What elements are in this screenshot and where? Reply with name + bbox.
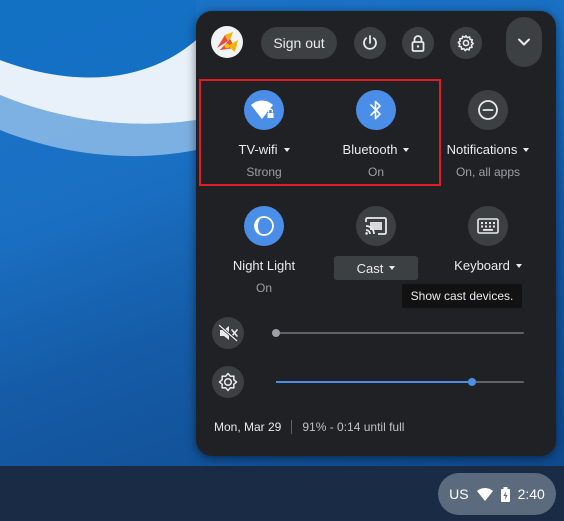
caret-down-icon (515, 263, 522, 268)
footer-divider (291, 420, 293, 434)
notifications-name: Notifications (446, 142, 518, 157)
volume-slider-thumb[interactable] (272, 329, 280, 337)
cast-label-button[interactable]: Cast (334, 256, 418, 280)
lock-icon (411, 35, 425, 52)
system-row: Sign out (196, 11, 556, 75)
wifi-status-icon (476, 487, 493, 501)
ime-indicator: US (449, 486, 469, 502)
brightness-slider-thumb[interactable] (467, 378, 476, 386)
night-light-status: On (255, 281, 272, 295)
caret-down-icon (523, 147, 530, 152)
brightness-row (196, 366, 556, 400)
settings-button[interactable] (450, 27, 482, 59)
keyboard-label[interactable]: Keyboard (454, 258, 522, 273)
tile-cast[interactable] (326, 206, 426, 246)
brightness-button[interactable] (212, 366, 244, 398)
clock: 2:40 (517, 486, 545, 502)
avatar-image (217, 32, 238, 52)
keyboard-name: Keyboard (454, 258, 510, 273)
lock-button[interactable] (402, 27, 434, 59)
night-light-toggle[interactable] (244, 206, 284, 246)
notifications-toggle[interactable] (468, 90, 508, 130)
avatar[interactable] (211, 26, 243, 58)
night-light-label: Night Light (232, 258, 296, 273)
date-label[interactable]: Mon, Mar 29 (214, 420, 281, 434)
tile-notifications[interactable]: Notifications On, all apps (438, 90, 538, 179)
brightness-slider[interactable] (276, 378, 524, 386)
cast-toggle[interactable] (356, 206, 396, 246)
tile-night-light[interactable]: Night Light On (214, 206, 314, 295)
shutdown-button[interactable] (354, 27, 386, 59)
footer: Mon, Mar 29 91% - 0:14 until full (214, 420, 404, 434)
notifications-label[interactable]: Notifications (447, 142, 530, 157)
caret-down-icon (389, 266, 396, 270)
mute-toggle[interactable] (212, 317, 244, 349)
brightness-icon (218, 372, 238, 392)
quick-settings-panel: Sign out TV-wifi Strong Bluetooth On Not… (196, 11, 556, 456)
keyboard-icon (477, 218, 499, 234)
brightness-slider-fill (276, 381, 472, 383)
do-not-disturb-icon (478, 100, 498, 120)
volume-row (196, 317, 556, 351)
tile-keyboard[interactable]: Keyboard (438, 206, 538, 275)
night-light-icon (254, 216, 274, 236)
highlight-annotation (199, 79, 441, 186)
cast-name: Cast (356, 260, 384, 276)
volume-slider[interactable] (272, 329, 524, 337)
battery-status: 91% - 0:14 until full (302, 420, 405, 434)
gear-icon (457, 35, 474, 52)
volume-muted-icon (218, 324, 238, 342)
status-area[interactable]: US 2:40 (438, 473, 556, 515)
collapse-button[interactable] (506, 17, 542, 67)
cast-tooltip: Show cast devices. (402, 284, 522, 308)
notifications-status: On, all apps (455, 165, 521, 179)
cast-icon (365, 217, 387, 235)
sign-out-button[interactable]: Sign out (261, 27, 337, 59)
battery-icon (500, 486, 510, 502)
keyboard-toggle[interactable] (468, 206, 508, 246)
chevron-down-icon (518, 38, 530, 46)
power-icon (363, 35, 377, 50)
